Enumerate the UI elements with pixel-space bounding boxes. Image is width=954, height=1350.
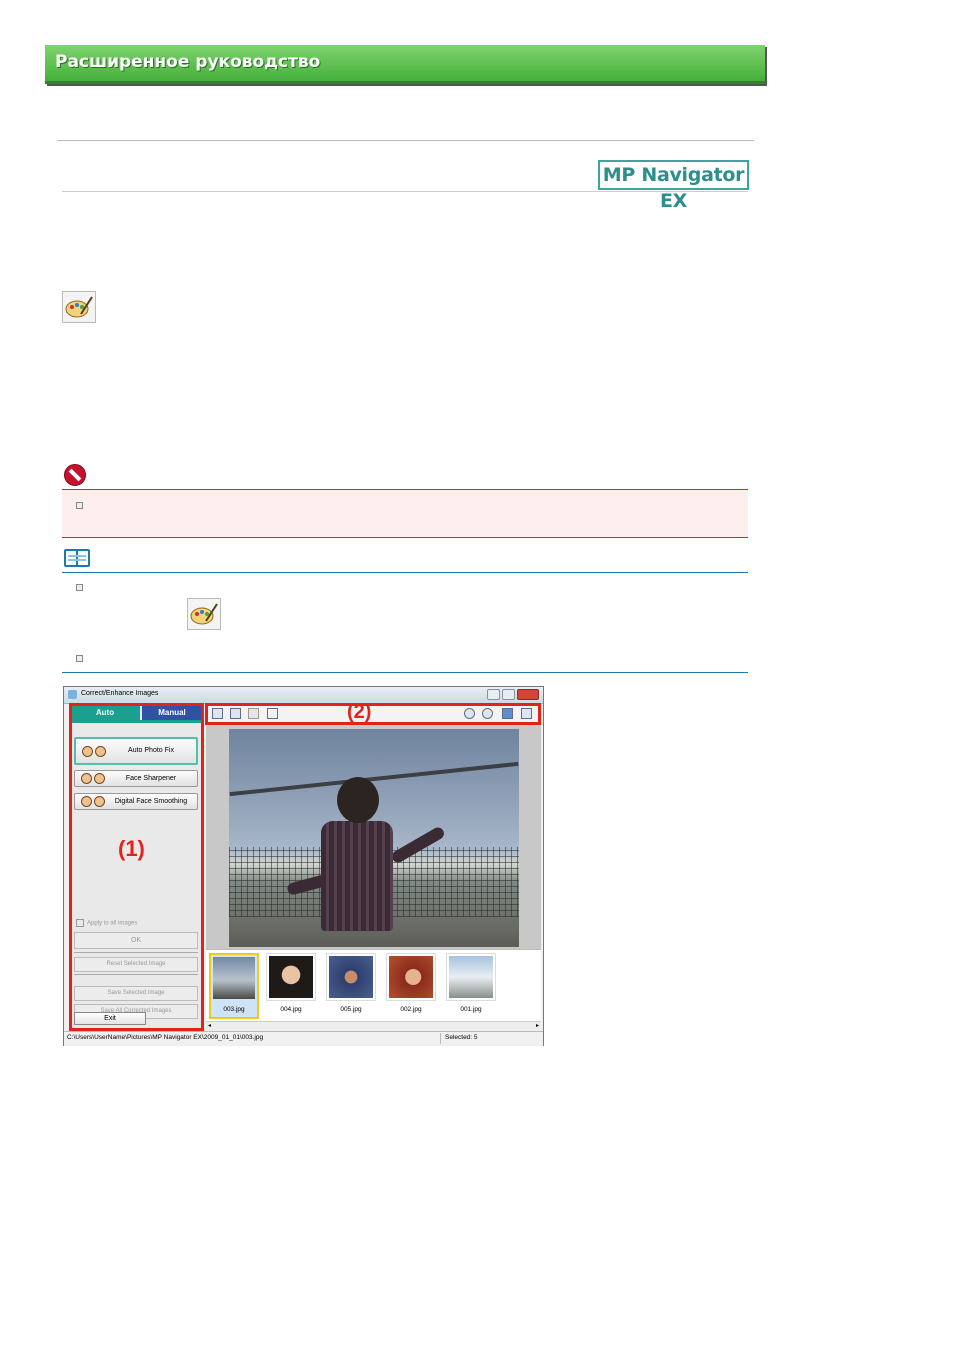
note-divider <box>62 572 748 573</box>
window-title: Correct/Enhance Images <box>81 690 159 697</box>
thumbnail-label: 005.jpg <box>340 1006 362 1013</box>
manual-header-title: Расширенное руководство <box>55 52 321 72</box>
palette-icon <box>62 291 96 323</box>
callout-box-1 <box>69 703 204 1031</box>
manual-header-banner: Расширенное руководство <box>45 45 765 84</box>
thumbnail-image <box>389 956 433 998</box>
scroll-left-icon[interactable]: ◂ <box>208 1022 211 1029</box>
thumbnail[interactable] <box>446 953 496 1001</box>
thumbnail-image <box>269 956 313 998</box>
thumbnail[interactable] <box>326 953 376 1001</box>
app-icon <box>68 690 77 699</box>
status-selected-count: Selected: 5 <box>445 1034 478 1041</box>
bullet-icon <box>76 584 83 591</box>
important-icon <box>64 464 86 486</box>
thumbnail-label: 004.jpg <box>280 1006 302 1013</box>
thumbnail[interactable] <box>386 953 436 1001</box>
bullet-icon <box>76 655 83 662</box>
thumbnail[interactable] <box>266 953 316 1001</box>
scroll-right-icon[interactable]: ▸ <box>536 1022 539 1029</box>
thumbnail-label: 003.jpg <box>223 1006 245 1013</box>
note-divider <box>62 672 748 673</box>
thumbnail-image <box>449 956 493 998</box>
palette-icon <box>187 598 221 630</box>
close-button[interactable] <box>517 689 539 700</box>
status-bar: C:\Users\UserName\Pictures\MP Navigator … <box>64 1031 543 1046</box>
minimize-button[interactable] <box>487 689 500 700</box>
product-badge: MP Navigator EX <box>598 160 749 212</box>
thumbnail-image <box>329 956 373 998</box>
thumbnail-strip: 003.jpg 004.jpg 005.jpg 002.jpg 001.jpg … <box>206 949 541 1030</box>
thumbnail-image <box>213 957 255 999</box>
note-book-icon <box>64 549 90 567</box>
thumbnail-label: 001.jpg <box>460 1006 482 1013</box>
callout-box-2 <box>205 703 541 725</box>
horizontal-scrollbar[interactable]: ◂ ▸ <box>206 1021 541 1030</box>
divider <box>62 191 748 192</box>
divider <box>57 140 754 141</box>
thumbnail-label: 002.jpg <box>400 1006 422 1013</box>
image-preview-area[interactable] <box>206 725 541 949</box>
preview-photo <box>229 729 519 947</box>
important-box <box>62 489 748 538</box>
status-file-path: C:\Users\UserName\Pictures\MP Navigator … <box>67 1034 264 1041</box>
bullet-icon <box>76 502 83 509</box>
correct-enhance-window: Correct/Enhance Images Auto Manual Auto … <box>63 686 544 1046</box>
window-titlebar: Correct/Enhance Images <box>64 687 543 704</box>
maximize-button[interactable] <box>502 689 515 700</box>
